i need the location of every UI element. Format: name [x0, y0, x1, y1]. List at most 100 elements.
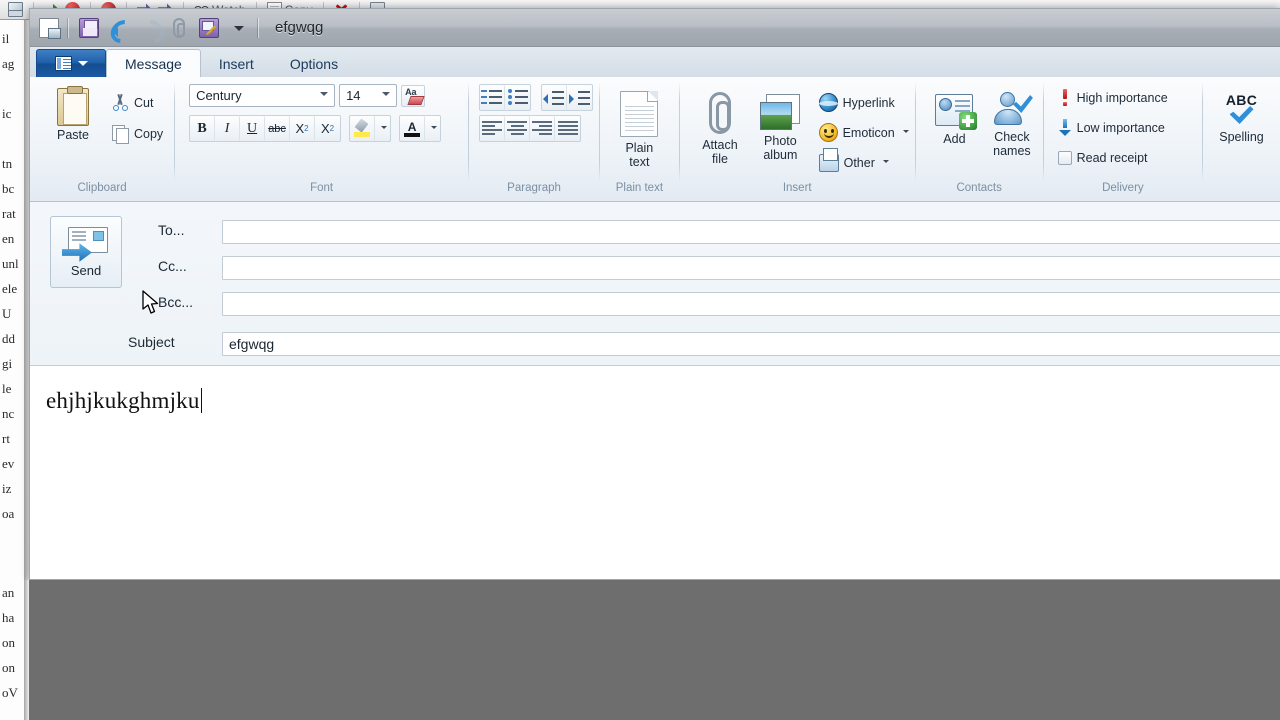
chevron-down-icon [381, 125, 388, 132]
font-size-combo[interactable]: 14 [339, 84, 398, 107]
paste-button[interactable]: Paste [44, 84, 102, 142]
plain-text-page-icon [620, 91, 659, 137]
superscript-button[interactable]: X2 [315, 116, 340, 141]
ribbon-group-spelling: ABC Spelling [1203, 77, 1280, 201]
qat-separator [68, 17, 69, 38]
add-label: Add [943, 132, 966, 146]
ribbon-group-contacts: Add Check names Contacts [916, 77, 1043, 201]
ribbon-group-clipboard: Paste Cut Copy Clipboard [30, 77, 174, 201]
letterbox-bottom [0, 580, 1280, 720]
check-label-2: names [993, 144, 1031, 158]
font-color-dropdown[interactable] [425, 116, 440, 141]
bcc-label: Bcc... [158, 294, 194, 310]
read-receipt-checkbox[interactable]: Read receipt [1057, 143, 1148, 172]
message-body-area[interactable]: ehjhjkukghmjku [30, 366, 1280, 579]
ribbon: Paste Cut Copy Clipboard Century 14 Aa B… [30, 77, 1280, 202]
screen: il ag ic tn bc rat en unl ele U dd gi le… [0, 0, 1280, 720]
subject-input[interactable]: efgwqg [222, 332, 1280, 356]
check-label-1: Check [994, 130, 1030, 144]
bg-line: iz [2, 481, 12, 496]
align-left-button[interactable] [480, 116, 506, 141]
message-body-text: ehjhjkukghmjku [46, 388, 200, 413]
hyperlink-label: Hyperlink [842, 95, 895, 110]
font-style-button-group: B I U abc X2 X2 [189, 115, 342, 142]
photo-album-button[interactable]: Photo album [754, 84, 806, 162]
superscript-x: X [321, 121, 330, 136]
chevron-down-icon [382, 91, 391, 100]
to-label: To... [158, 222, 185, 238]
underline-button[interactable]: U [240, 116, 266, 141]
save-floppy-icon [78, 17, 99, 38]
subscript-index: 2 [304, 124, 309, 133]
align-right-button[interactable] [530, 116, 556, 141]
font-color-button[interactable]: A [400, 116, 426, 141]
qat-undo-button[interactable] [105, 14, 132, 41]
app-menu-button[interactable] [36, 49, 106, 77]
bold-button[interactable]: B [190, 116, 216, 141]
window-shadow-bottom [24, 580, 29, 720]
font-style-row: B I U abc X2 X2 A [189, 115, 442, 142]
numbered-list-button[interactable] [480, 85, 506, 110]
bg-line: U [2, 306, 12, 321]
qat-redo-button[interactable] [135, 14, 162, 41]
bg-line: bc [2, 181, 15, 196]
justify-button[interactable] [555, 116, 580, 141]
background-text-column: il ag ic tn bc rat en unl ele U dd gi le… [0, 20, 24, 580]
copy-button[interactable]: Copy [112, 119, 163, 148]
cc-input[interactable] [222, 256, 1280, 280]
redo-arrow-icon [138, 19, 160, 37]
attach-file-button[interactable]: Attach file [694, 84, 746, 166]
abc-text: ABC [1225, 92, 1258, 108]
align-center-button[interactable] [505, 116, 531, 141]
high-importance-button[interactable]: High importance [1058, 83, 1168, 112]
highlight-button-group [349, 115, 392, 142]
qat-new-message-button[interactable] [35, 14, 62, 41]
check-names-button[interactable]: Check names [987, 84, 1037, 158]
globe-icon [818, 93, 838, 112]
qat-save-button[interactable] [75, 14, 102, 41]
tab-options[interactable]: Options [272, 50, 356, 77]
highlighter-icon [353, 120, 371, 137]
bg-toolbar-envelope[interactable] [8, 2, 23, 17]
tab-message[interactable]: Message [106, 49, 201, 78]
window-title-bar[interactable]: efgwqg [30, 9, 1280, 47]
qat-signature-button[interactable] [195, 14, 222, 41]
envelope-icon [8, 2, 23, 17]
increase-indent-button[interactable] [567, 85, 592, 110]
justify-icon [557, 120, 579, 137]
emoticon-button[interactable]: Emoticon [818, 118, 909, 147]
ribbon-group-insert: Attach file Photo album Hyperlink Emotic… [680, 77, 915, 201]
subscript-button[interactable]: X2 [290, 116, 316, 141]
photo-album-icon [760, 94, 801, 130]
chevron-down-icon [902, 129, 909, 136]
scissors-icon [112, 94, 129, 111]
tab-insert[interactable]: Insert [201, 50, 272, 77]
clear-formatting-button[interactable] [401, 84, 426, 107]
bcc-input[interactable] [222, 292, 1280, 316]
tab-message-label: Message [125, 55, 182, 72]
highlight-dropdown[interactable] [375, 116, 390, 141]
cut-button[interactable]: Cut [112, 88, 163, 117]
font-name-combo[interactable]: Century [189, 84, 336, 107]
clipboard-group-label: Clipboard [77, 182, 127, 194]
hyperlink-button[interactable]: Hyperlink [818, 88, 909, 117]
attach-label-2: file [711, 152, 728, 166]
text-highlight-button[interactable] [350, 116, 376, 141]
bulleted-list-button[interactable] [505, 85, 530, 110]
qat-attach-button[interactable] [165, 14, 192, 41]
other-button[interactable]: Other [818, 147, 909, 177]
paste-clipboard-icon [57, 86, 89, 126]
spelling-button[interactable]: ABC Spelling [1213, 89, 1271, 144]
align-left-icon [481, 120, 503, 137]
plain-text-group-label: Plain text [615, 182, 664, 194]
plain-text-button[interactable]: Plain text [610, 87, 668, 169]
contacts-group-label: Contacts [956, 182, 1002, 194]
tab-insert-label: Insert [218, 55, 254, 72]
add-contact-button[interactable]: Add [930, 84, 980, 146]
italic-button[interactable]: I [215, 116, 241, 141]
decrease-indent-button[interactable] [542, 85, 568, 110]
strikethrough-button[interactable]: abc [265, 116, 291, 141]
low-importance-button[interactable]: Low importance [1058, 113, 1165, 142]
qat-customize-button[interactable] [225, 14, 252, 41]
to-input[interactable] [222, 220, 1280, 244]
